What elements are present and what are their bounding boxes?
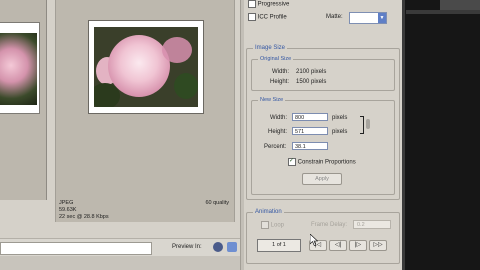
preview-in-label: Preview In: (172, 244, 202, 250)
percent-label: Percent: (264, 144, 287, 150)
loop-row[interactable]: Loop (261, 221, 284, 229)
width-unit: pixels (332, 115, 348, 121)
original-height-label: Height: (270, 79, 290, 85)
chain-link-icon (366, 119, 370, 129)
new-height-label: Height: (268, 129, 288, 135)
icc-profile-row[interactable]: ICC Profile (248, 13, 287, 21)
new-size-group: New Size Width: 800 pixels Height: 571 p… (251, 97, 395, 195)
progressive-row[interactable]: Progressive (248, 0, 289, 8)
frame-counter: 1 of 1 (257, 239, 301, 252)
dark-workspace (402, 0, 480, 270)
dark-panel-bar (406, 10, 480, 14)
frame-delay-label: Frame Delay: (311, 222, 348, 228)
status-bar: Preview In: (0, 238, 240, 258)
original-preview-pane[interactable] (0, 0, 47, 200)
apply-button[interactable]: Apply (302, 173, 342, 185)
frame-delay-select[interactable]: 0.2 (353, 220, 391, 229)
height-unit: pixels (332, 129, 348, 135)
browser-icon[interactable] (213, 242, 223, 252)
rose-photo (94, 27, 198, 107)
height-input[interactable]: 571 (292, 127, 328, 135)
proportion-link-bracket (360, 116, 364, 134)
original-width-label: Width: (272, 69, 290, 75)
previous-frame-button[interactable]: ◁| (329, 240, 347, 251)
download-time-text: 22 sec @ 28.8 Kbps (59, 214, 109, 220)
animation-title: Animation (253, 209, 284, 215)
constrain-row[interactable]: Constrain Proportions (288, 157, 356, 166)
original-thumbnail (0, 22, 40, 114)
bottom-strip (0, 256, 240, 270)
file-size-text: 59.63K (59, 207, 77, 213)
matte-label: Matte: (326, 14, 343, 20)
original-size-group: Original Size Width: 2100 pixels Height:… (251, 56, 395, 91)
constrain-proportions-label: Constrain Proportions (297, 159, 356, 166)
animation-group: Animation Loop Frame Delay: 0.2 1 of 1 |… (246, 209, 400, 264)
optimized-preview-pane[interactable]: JPEG 59.63K 22 sec @ 28.8 Kbps 60 qualit… (55, 0, 235, 222)
last-frame-button[interactable]: ▷▷ (369, 240, 387, 251)
mouse-cursor-icon (310, 234, 318, 246)
frame-delay-value: 0.2 (357, 222, 365, 228)
quality-text: 60 quality (205, 200, 229, 206)
image-size-group: Image Size Original Size Width: 2100 pix… (246, 45, 400, 200)
loop-checkbox[interactable] (261, 221, 269, 229)
original-height-value: 1500 pixels (296, 79, 327, 85)
icc-profile-checkbox[interactable] (248, 13, 256, 21)
play-button[interactable]: |▷ (349, 240, 367, 251)
preview-info: JPEG 59.63K 22 sec @ 28.8 Kbps 60 qualit… (59, 200, 231, 221)
original-size-title: Original Size (258, 56, 294, 62)
image-size-title: Image Size (253, 45, 288, 51)
browser-menu-icon[interactable] (227, 242, 237, 252)
workspace-edge (402, 0, 405, 270)
original-width-value: 2100 pixels (296, 69, 327, 75)
rose-photo-left (0, 33, 37, 105)
progressive-checkbox[interactable] (248, 0, 256, 8)
percent-input[interactable]: 38.1 (292, 142, 328, 150)
settings-panel: Progressive ICC Profile Matte: ▼ Image S… (244, 0, 402, 270)
optimized-preview-area: JPEG 59.63K 22 sec @ 28.8 Kbps 60 qualit… (0, 0, 240, 270)
progressive-label: Progressive (257, 1, 290, 8)
constrain-proportions-checkbox[interactable] (288, 157, 296, 166)
optimized-thumbnail (88, 20, 204, 114)
width-input[interactable]: 800 (292, 113, 328, 121)
chevron-down-icon[interactable]: ▼ (378, 13, 386, 23)
matte-select[interactable]: ▼ (349, 12, 387, 24)
status-field (0, 242, 152, 255)
new-width-label: Width: (270, 115, 288, 121)
new-size-title: New Size (258, 97, 286, 103)
loop-label: Loop (270, 222, 285, 229)
icc-profile-label: ICC Profile (257, 14, 287, 21)
